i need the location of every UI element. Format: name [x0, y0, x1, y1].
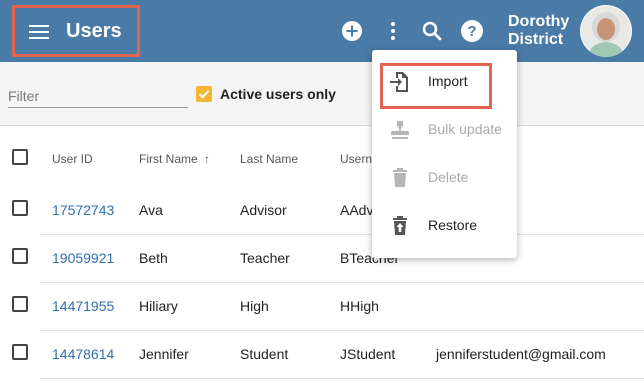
person-icon: [581, 6, 631, 57]
last-name-cell: High: [240, 298, 269, 314]
title-highlight: Users: [12, 5, 140, 57]
column-header-label: First Name: [139, 152, 198, 166]
first-name-cell: Jennifer: [139, 346, 189, 362]
avatar[interactable]: [580, 5, 632, 57]
menu-item-label: Delete: [428, 169, 469, 185]
row-divider: [40, 378, 644, 379]
user-name[interactable]: Dorothy District: [508, 13, 569, 49]
active-only-checkbox[interactable]: [196, 86, 212, 102]
active-only-label: Active users only: [220, 86, 336, 102]
add-circle-icon[interactable]: [340, 19, 364, 43]
check-icon: [198, 90, 210, 99]
overflow-menu: Import Bulk update Delete Restore: [372, 50, 517, 258]
search-icon[interactable]: [420, 19, 444, 43]
page-title: Users: [66, 20, 122, 42]
app-header: Users ? Dorothy District: [0, 0, 644, 62]
select-all-checkbox[interactable]: [12, 149, 28, 165]
column-header-last-name[interactable]: Last Name: [240, 152, 298, 166]
username-cell: JStudent: [340, 346, 396, 362]
last-name-cell: Teacher: [240, 250, 290, 266]
restore-icon: [393, 216, 407, 235]
first-name-cell: Beth: [139, 250, 168, 266]
last-name-cell: Student: [240, 346, 289, 362]
username-cell: HHigh: [340, 298, 379, 314]
row-checkbox[interactable]: [12, 296, 28, 312]
column-header-username[interactable]: Usern: [340, 152, 372, 166]
menu-icon[interactable]: [29, 25, 49, 39]
menu-item-label: Bulk update: [428, 121, 502, 137]
last-name-cell: Advisor: [240, 202, 287, 218]
delete-icon: [393, 168, 407, 187]
table-row[interactable]: 14471955 Hiliary High HHigh: [0, 283, 644, 331]
filter-input[interactable]: [8, 84, 188, 108]
help-icon[interactable]: ?: [460, 19, 484, 43]
column-header-first-name[interactable]: First Name ↑: [139, 152, 210, 166]
menu-item-label: Import: [428, 73, 468, 89]
row-checkbox[interactable]: [12, 344, 28, 360]
user-id-link[interactable]: 19059921: [52, 250, 114, 266]
table-row[interactable]: 14478614 Jennifer Student JStudent jenni…: [0, 331, 644, 379]
first-name-cell: Hiliary: [139, 298, 178, 314]
table-row[interactable]: 17572743 Ava Advisor AAdv: [0, 187, 644, 235]
sort-ascending-icon: ↑: [204, 152, 211, 166]
menu-item-delete[interactable]: Delete: [372, 154, 517, 202]
row-checkbox[interactable]: [12, 248, 28, 264]
svg-text:?: ?: [467, 23, 476, 40]
filter-bar: Active users only: [0, 62, 644, 126]
user-id-link[interactable]: 17572743: [52, 202, 114, 218]
user-id-link[interactable]: 14478614: [52, 346, 114, 362]
row-checkbox[interactable]: [12, 200, 28, 216]
table-row[interactable]: 19059921 Beth Teacher BTeacher: [0, 235, 644, 283]
menu-item-bulk-update[interactable]: Bulk update: [372, 106, 517, 154]
menu-item-label: Restore: [428, 217, 478, 233]
user-id-link[interactable]: 14471955: [52, 298, 114, 314]
email-cell: jenniferstudent@gmail.com: [436, 346, 606, 362]
menu-item-import[interactable]: Import: [372, 58, 517, 109]
menu-item-restore[interactable]: Restore: [372, 202, 517, 250]
username-cell: AAdv: [340, 202, 374, 218]
more-vert-icon[interactable]: [381, 19, 405, 43]
import-icon: [390, 72, 408, 92]
table-header: User ID First Name ↑ Last Name Usern: [0, 127, 644, 187]
stamp-icon: [391, 121, 409, 139]
first-name-cell: Ava: [139, 202, 163, 218]
column-header-user-id[interactable]: User ID: [52, 152, 93, 166]
